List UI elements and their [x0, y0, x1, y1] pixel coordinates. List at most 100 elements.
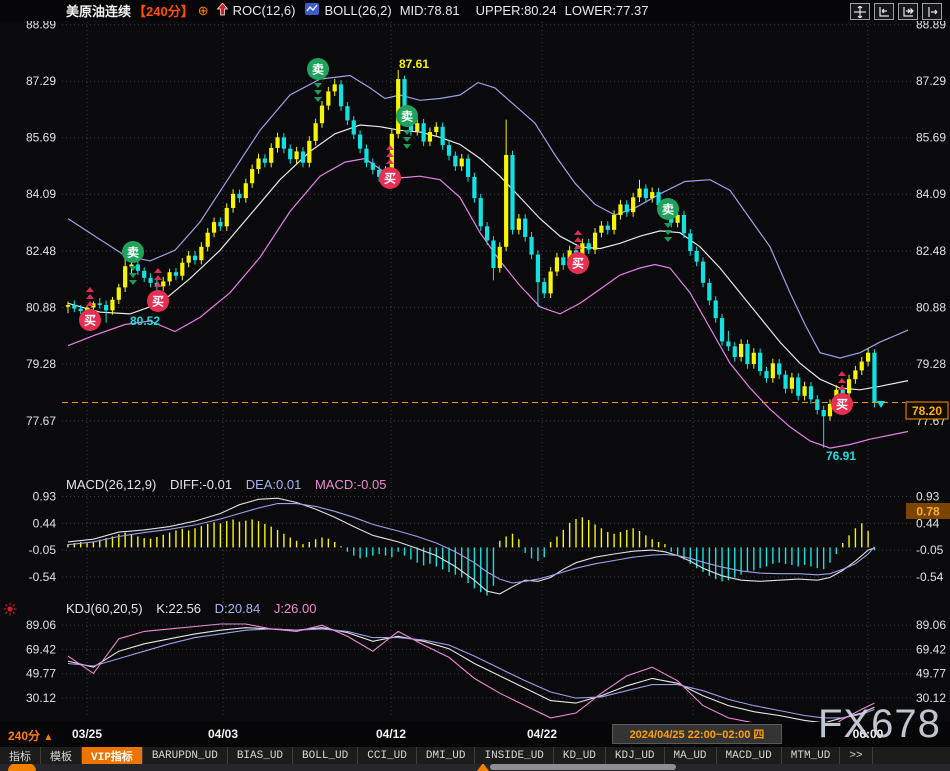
price-tick-label: 0.44 — [33, 516, 57, 530]
svg-text:卖: 卖 — [401, 109, 413, 124]
tab-cciud[interactable]: CCI_UD — [358, 747, 417, 764]
svg-text:买: 买 — [384, 172, 396, 186]
svg-text:买: 买 — [836, 398, 848, 412]
boll-indicator-label: BOLL(26,2) — [324, 3, 391, 18]
tab-barupdnud[interactable]: BARUPDN_UD — [143, 747, 228, 764]
chart-header-bar: 美原油连续 【240分】 ⊕ ROC(12,6) BOLL(26,2) MID:… — [0, 0, 950, 21]
chart-line-icon — [305, 3, 319, 18]
record-dot-icon — [3, 602, 17, 621]
svg-text:卖: 卖 — [312, 62, 324, 77]
price-tick-label: 49.77 — [26, 667, 56, 681]
kdj-d-line — [68, 629, 874, 718]
macd-panel-header: MACD(26,12,9) DIFF:-0.01 DEA:0.01 MACD:-… — [66, 477, 397, 492]
last-price-arrow-icon — [877, 401, 885, 408]
price-tick-label: 84.09 — [916, 187, 946, 201]
svg-text:买: 买 — [572, 257, 584, 271]
pan-right-icon[interactable] — [922, 3, 942, 20]
boll-lower-value: LOWER:77.37 — [565, 3, 649, 18]
bottom-scrollbar — [0, 763, 950, 771]
svg-text:0.78: 0.78 — [916, 505, 940, 519]
tab-kdud[interactable]: KD_UD — [554, 747, 606, 764]
svg-text:买: 买 — [152, 295, 164, 309]
price-tick-label: 85.69 — [26, 131, 56, 145]
price-tick-label: -0.05 — [916, 543, 944, 557]
kdj-k-line — [68, 628, 874, 722]
price-tick-label: 80.88 — [26, 301, 56, 315]
price-tick-label: 69.42 — [26, 642, 56, 656]
roc-indicator-label: ROC(12,6) — [233, 3, 296, 18]
kdj-k-value: K:22.56 — [156, 601, 201, 616]
price-tick-label: -0.54 — [29, 570, 57, 584]
svg-text:卖: 卖 — [127, 245, 139, 260]
price-tick-label: 89.06 — [26, 618, 56, 632]
tab-dmiud[interactable]: DMI_UD — [417, 747, 476, 764]
symbol-title: 美原油连续 — [66, 1, 131, 20]
low-price-label: 76.91 — [826, 449, 856, 463]
tab-maud[interactable]: MA_UD — [665, 747, 717, 764]
macd-histogram — [68, 517, 874, 595]
trading-app-window: 美原油连续 【240分】 ⊕ ROC(12,6) BOLL(26,2) MID:… — [0, 0, 950, 771]
up-triangle-icon: ▲ — [43, 732, 53, 743]
time-tick-label: 03/25 — [72, 727, 102, 741]
tab-insideud[interactable]: INSIDE_UD — [475, 747, 553, 764]
price-tick-label: -0.05 — [29, 543, 57, 557]
price-tick-label: 77.67 — [26, 414, 56, 428]
watermark: FX678 — [818, 702, 941, 747]
price-tick-label: 87.29 — [916, 74, 946, 88]
price-tick-label: 80.88 — [916, 301, 946, 315]
boll-mid-value: MID:78.81 — [400, 3, 460, 18]
time-tick-label: 04/12 — [376, 727, 406, 741]
price-tick-label: 84.09 — [26, 187, 56, 201]
zoom-out-axis-icon[interactable] — [874, 3, 894, 20]
macd-dea-value: DEA:0.01 — [246, 477, 302, 492]
price-tick-label: 82.48 — [916, 244, 946, 258]
tab-macdud[interactable]: MACD_UD — [717, 747, 782, 764]
tab-bollud[interactable]: BOLL_UD — [293, 747, 358, 764]
tab-[interactable]: 模板 — [41, 747, 82, 764]
price-tick-label: 49.77 — [916, 667, 946, 681]
tab-[interactable]: >> — [840, 747, 872, 764]
crosshair-icon[interactable] — [850, 3, 870, 20]
price-tick-label: -0.54 — [916, 570, 944, 584]
indicator-tab-bar: 指标模板VIP指标BARUPDN_UDBIAS_UDBOLL_UDCCI_UDD… — [0, 746, 950, 764]
kdj-d-value: D:20.84 — [215, 601, 261, 616]
macd-macd-value: MACD:-0.05 — [315, 477, 387, 492]
price-tick-label: 69.42 — [916, 642, 946, 656]
time-tick-label: 04/03 — [208, 727, 238, 741]
boll-upper-band — [68, 76, 908, 359]
macd-value-marker: 0.78 — [906, 503, 950, 519]
peak-price-label: 87.61 — [399, 57, 429, 71]
price-tick-label: 30.12 — [26, 691, 56, 705]
price-tick-label: 79.28 — [916, 357, 946, 371]
tab-kdjud[interactable]: KDJ_UD — [606, 747, 665, 764]
tab-mtmud[interactable]: MTM_UD — [782, 747, 841, 764]
svg-text:78.20: 78.20 — [912, 404, 942, 418]
tab-vip[interactable]: VIP指标 — [82, 747, 143, 764]
tab-biasud[interactable]: BIAS_UD — [228, 747, 293, 764]
price-tick-label: 82.48 — [26, 244, 56, 258]
time-axis: 240分 ▲ 2024/04/25 22:00~02:00 四 03/25 04/… — [0, 722, 950, 746]
price-tick-label: 0.93 — [916, 490, 940, 504]
kdj-j-value: J:26.00 — [274, 601, 317, 616]
chart-toolbar — [850, 3, 942, 20]
footer-timeframe[interactable]: 240分 ▲ — [8, 727, 53, 744]
timeframe-label: 【240分】 — [133, 1, 194, 20]
current-bar-time-label: 2024/04/25 22:00~02:00 四 — [612, 724, 782, 744]
boll-upper-value: UPPER:80.24 — [476, 3, 557, 18]
boll-lower-band — [68, 159, 908, 449]
kdj-title: KDJ(60,20,5) — [66, 601, 143, 616]
scrollbar-thumb[interactable] — [490, 764, 676, 770]
price-tick-label: 89.06 — [916, 618, 946, 632]
time-tick-label: 04/22 — [527, 727, 557, 741]
kdj-panel-header: KDJ(60,20,5) K:22.56 D:20.84 J:26.00 — [66, 601, 327, 616]
scroll-position-arrow-icon — [477, 763, 489, 771]
sell-signal-badge: 卖 — [307, 58, 329, 102]
price-tick-label: 0.93 — [33, 490, 57, 504]
price-tick-label: 87.29 — [26, 74, 56, 88]
zoom-in-axis-icon[interactable] — [898, 3, 918, 20]
candlestick-series — [66, 70, 877, 448]
circle-plus-icon[interactable]: ⊕ — [198, 3, 209, 19]
tab-[interactable]: 指标 — [0, 747, 41, 764]
svg-text:卖: 卖 — [662, 202, 674, 217]
svg-text:买: 买 — [84, 314, 96, 328]
